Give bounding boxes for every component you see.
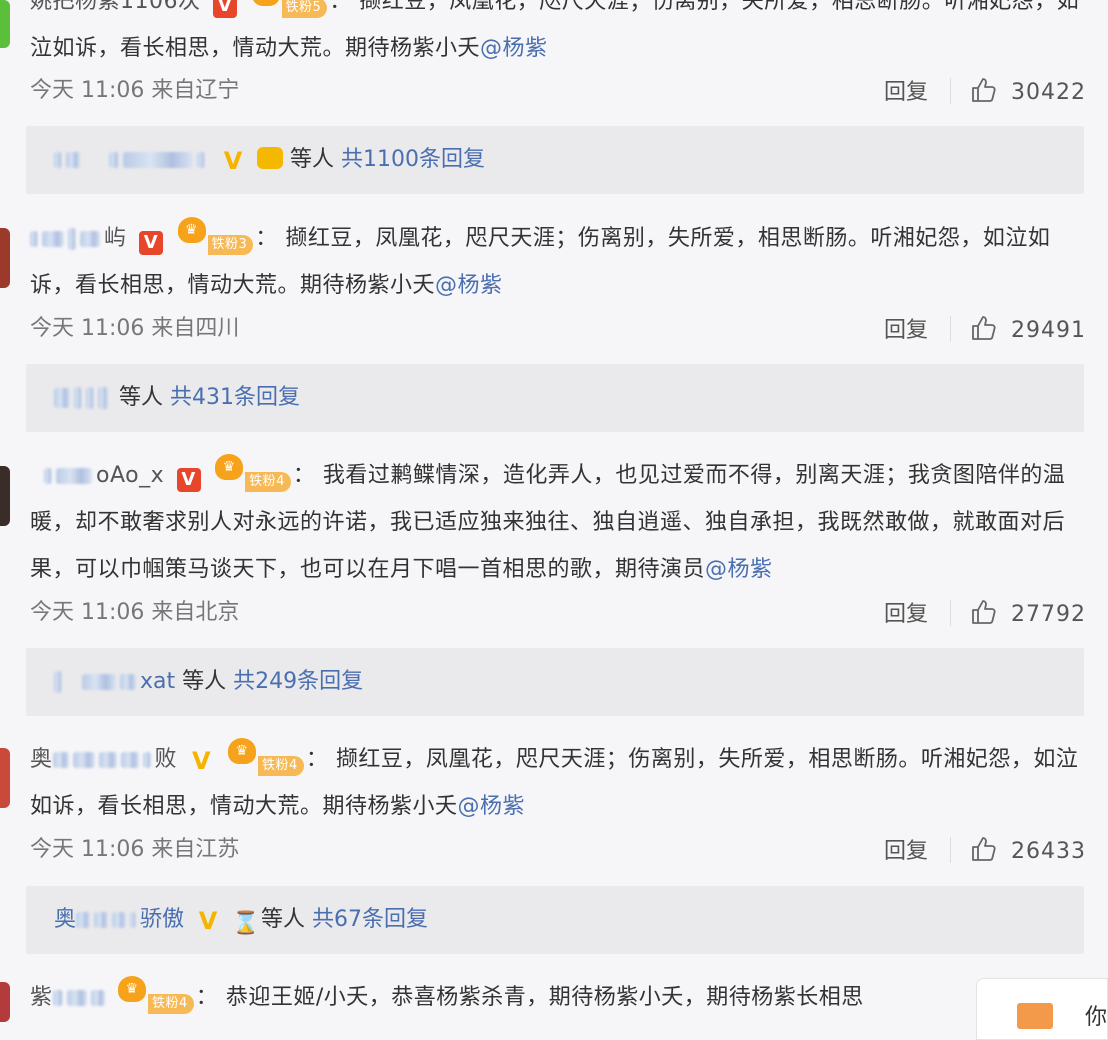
verified-v-icon: V	[198, 907, 218, 935]
replies-summary[interactable]: 等人 共431条回复	[26, 364, 1084, 432]
timestamp: 今天 11:06 来自北京	[30, 600, 240, 625]
mention-link[interactable]: @杨紫	[458, 794, 526, 819]
verified-v-icon: V	[139, 231, 164, 255]
avatar[interactable]	[0, 466, 10, 526]
avatar[interactable]	[0, 982, 10, 1022]
divider	[950, 837, 951, 863]
mail-icon	[1017, 1003, 1053, 1029]
reply-button[interactable]: 回复	[884, 600, 928, 630]
avatar[interactable]	[0, 748, 10, 808]
view-replies-link[interactable]: 共1100条回复	[341, 147, 485, 172]
replies-summary[interactable]: 奥骄傲 V ⌛ 等人 共67条回复	[26, 886, 1084, 954]
username[interactable]: 紫	[30, 985, 109, 1010]
username[interactable]: 奥败	[30, 747, 177, 772]
divider	[950, 600, 951, 626]
thumbs-up-icon[interactable]	[969, 76, 997, 104]
thumbs-up-icon[interactable]	[969, 314, 997, 342]
timestamp: 今天 11:06 来自辽宁	[30, 78, 240, 103]
comment-meta: 今天 11:06 来自辽宁 回复 30422	[30, 76, 1086, 106]
crown-icon: ♛	[228, 738, 257, 764]
reply-button[interactable]: 回复	[884, 837, 928, 867]
verified-v-icon: V	[213, 0, 237, 18]
comment-meta: 今天 11:06 来自江苏 回复 26433	[30, 835, 1086, 865]
replies-summary[interactable]: xat 等人 共249条回复	[26, 648, 1084, 716]
view-replies-link[interactable]: 共431条回复	[170, 385, 300, 410]
comment-text: 撷红豆，凤凰花，咫尺天涯；伤离别，失所爱，相思断肠。听湘妃怨，如泣如诉，看长相思…	[30, 747, 1079, 819]
like-count: 26433	[1011, 839, 1086, 864]
fan-badge: ♛ 铁粉3	[177, 217, 254, 255]
view-replies-link[interactable]: 共249条回复	[233, 669, 363, 694]
comment-text: 恭迎王姬/小夭，恭喜杨紫杀青，期待杨紫小夭，期待杨紫长相思	[225, 985, 864, 1010]
timestamp: 今天 11:06 来自江苏	[30, 837, 240, 862]
divider	[950, 78, 951, 104]
verified-v-icon: V	[176, 468, 201, 492]
fan-badge: ♛ 铁粉4	[215, 454, 291, 492]
fan-badge: ♛ 铁粉4	[118, 976, 194, 1014]
timestamp: 今天 11:06 来自四川	[30, 316, 240, 341]
username[interactable]: 屿	[30, 226, 127, 251]
thumbs-up-icon[interactable]	[969, 598, 997, 626]
fan-badge: ♛ 铁粉4	[228, 738, 304, 776]
mention-link[interactable]: @杨紫	[705, 557, 773, 582]
crown-icon: ♛	[177, 217, 206, 243]
username[interactable]: oAo_x	[30, 463, 164, 488]
comment-meta: 今天 11:06 来自四川 回复 29491	[30, 314, 1086, 344]
mention-link[interactable]: @杨紫	[480, 36, 548, 61]
replies-summary[interactable]: V 等人 共1100条回复	[26, 126, 1084, 194]
reply-button[interactable]: 回复	[884, 78, 928, 108]
comment-body: 奥败 V ♛ 铁粉4： 撷红豆，凤凰花，咫尺天涯；伤离别，失所爱，相思断肠。听湘妃…	[30, 736, 1086, 830]
thumbs-up-icon[interactable]	[969, 835, 997, 863]
comment-body: 屿 V ♛ 铁粉3： 撷红豆，凤凰花，咫尺天涯；伤离别，失所爱，相思断肠。听湘妃怨…	[30, 215, 1086, 309]
comment-body: 姚把杨紫1106次 V ♛铁粉5： 撷红豆，凤凰花，咫尺天涯；伤离别，失所爱，相…	[30, 0, 1086, 72]
like-count: 27792	[1011, 602, 1086, 627]
crown-icon: ♛	[251, 0, 280, 6]
username[interactable]: 姚把杨紫1106次	[30, 0, 201, 14]
comment-body: oAo_x V ♛ 铁粉4： 我看过鹣鲽情深，造化弄人，也见过爱而不得，别离天涯；…	[30, 452, 1086, 593]
divider	[950, 316, 951, 342]
view-replies-link[interactable]: 共67条回复	[312, 907, 428, 932]
avatar[interactable]	[0, 228, 10, 288]
crown-icon: ♛	[118, 976, 147, 1002]
fan-badge: ♛铁粉5	[251, 0, 328, 18]
avatar[interactable]	[0, 0, 10, 48]
comment-body: 紫 ♛ 铁粉4： 恭迎王姬/小夭，恭喜杨紫杀青，期待杨紫小夭，期待杨紫长相思	[30, 974, 1086, 1021]
crown-icon: ♛	[215, 454, 244, 480]
verified-v-icon: V	[191, 747, 212, 775]
comment-meta: 今天 11:06 来自北京 回复 27792	[30, 598, 1086, 628]
hourglass-icon: ⌛	[232, 911, 260, 936]
like-count: 29491	[1011, 318, 1086, 343]
like-count: 30422	[1011, 80, 1086, 105]
mention-link[interactable]: @杨紫	[435, 273, 503, 298]
floating-message-widget[interactable]: 你	[976, 978, 1108, 1040]
verified-v-icon: V	[223, 147, 243, 175]
reply-button[interactable]: 回复	[884, 316, 928, 346]
crown-icon	[257, 147, 283, 169]
